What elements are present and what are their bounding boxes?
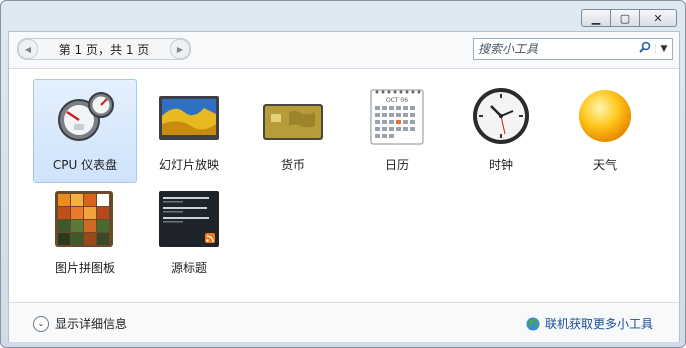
toolbar: ◀ 第 1 页，共 1 页 ▶ ▼ <box>9 32 679 69</box>
previous-page-button[interactable]: ◀ <box>18 39 38 59</box>
globe-icon <box>526 317 540 331</box>
gadget-label: CPU 仪表盘 <box>52 158 118 172</box>
slideshow-icon <box>159 86 219 146</box>
gadget-tile-cpu-meter[interactable]: CPU 仪表盘 <box>33 79 137 183</box>
show-details-label: 显示详细信息 <box>55 317 128 331</box>
gadget-grid: CPU 仪表盘 幻灯片放映 货币 OCT 06 日历 时钟 天气 图片拼图板 源… <box>9 69 679 300</box>
gadget-tile-calendar[interactable]: OCT 06 日历 <box>345 79 449 183</box>
maximize-icon: ▢ <box>619 11 631 25</box>
page-indicator: 第 1 页，共 1 页 <box>58 42 150 57</box>
chevron-down-icon: ⌄ <box>33 315 49 332</box>
search-box: ▼ <box>473 38 673 60</box>
search-icon[interactable] <box>635 41 655 57</box>
minimize-button[interactable]: ▁ <box>581 9 611 27</box>
calendar-month-text: OCT 06 <box>386 97 408 104</box>
gadget-tile-feed-headlines[interactable]: 源标题 <box>137 182 241 286</box>
gadget-label: 图片拼图板 <box>54 261 115 275</box>
gadget-tile-clock[interactable]: 时钟 <box>449 79 553 183</box>
gadget-label: 天气 <box>592 158 617 172</box>
gadget-tile-currency[interactable]: 货币 <box>241 79 345 183</box>
calendar-icon: OCT 06 <box>367 86 427 146</box>
get-more-gadgets-link[interactable]: 联机获取更多小工具 <box>526 315 653 332</box>
close-button[interactable]: ✕ <box>640 9 677 27</box>
cpu-meter-icon <box>55 86 115 146</box>
gadget-tile-weather[interactable]: 天气 <box>553 79 657 183</box>
picture-puzzle-icon <box>55 189 115 249</box>
gadget-gallery-window: ▁ ▢ ✕ ◀ 第 1 页，共 1 页 ▶ ▼ <box>0 0 686 348</box>
gadget-tile-picture-puzzle[interactable]: 图片拼图板 <box>33 182 137 286</box>
clock-icon <box>471 86 531 146</box>
currency-icon <box>263 86 323 146</box>
next-page-button[interactable]: ▶ <box>170 39 190 59</box>
gadget-label: 源标题 <box>170 261 207 275</box>
search-dropdown-button[interactable]: ▼ <box>655 44 672 54</box>
get-more-gadgets-label: 联机获取更多小工具 <box>544 317 653 331</box>
gadget-label: 时钟 <box>488 158 513 172</box>
maximize-button[interactable]: ▢ <box>611 9 640 27</box>
chevron-down-icon: ▼ <box>660 44 668 54</box>
minimize-icon: ▁ <box>591 11 601 25</box>
title-bar[interactable]: ▁ ▢ ✕ <box>1 1 685 31</box>
close-icon: ✕ <box>653 11 663 25</box>
gadget-label: 幻灯片放映 <box>158 158 219 172</box>
show-details-toggle[interactable]: ⌄ 显示详细信息 <box>33 315 127 332</box>
gadget-tile-slideshow[interactable]: 幻灯片放映 <box>137 79 241 183</box>
footer-bar: ⌄ 显示详细信息 联机获取更多小工具 <box>9 302 679 342</box>
chevron-right-icon: ▶ <box>176 44 184 54</box>
gadget-label: 日历 <box>384 158 409 172</box>
feed-headlines-icon <box>159 189 219 249</box>
chevron-left-icon: ◀ <box>24 44 32 54</box>
gallery-content: ◀ 第 1 页，共 1 页 ▶ ▼ <box>8 31 680 342</box>
weather-icon <box>575 86 635 146</box>
search-input[interactable] <box>474 40 635 58</box>
page-navigator: ◀ 第 1 页，共 1 页 ▶ <box>17 38 191 60</box>
window-controls: ▁ ▢ ✕ <box>581 9 677 27</box>
gadget-label: 货币 <box>280 158 305 172</box>
